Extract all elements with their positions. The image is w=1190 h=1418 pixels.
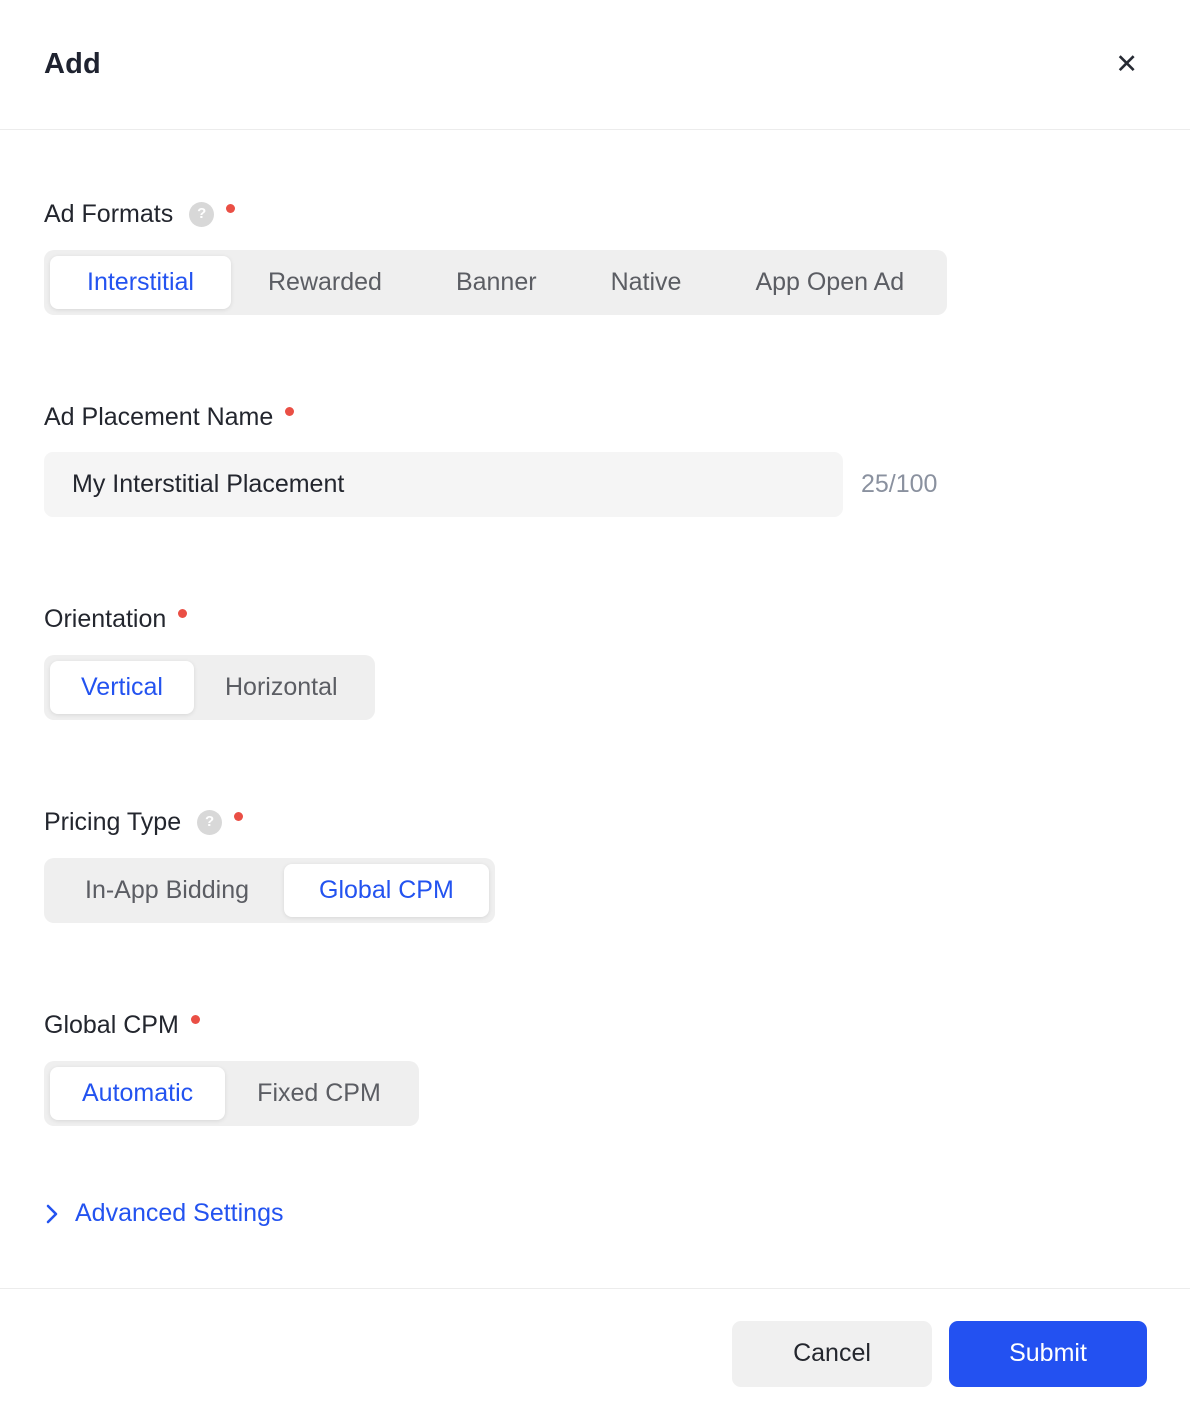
global-cpm-label: Global CPM [44, 1011, 179, 1039]
char-counter: 25/100 [861, 470, 938, 498]
ad-format-option-banner[interactable]: Banner [419, 256, 574, 309]
orientation-option-horizontal[interactable]: Horizontal [194, 661, 369, 714]
required-dot [190, 1014, 200, 1024]
required-dot [234, 811, 244, 821]
orientation-label-row: Orientation [44, 604, 1146, 634]
ad-formats-segmented: Interstitial Rewarded Banner Native App … [44, 250, 948, 315]
ad-formats-label: Ad Formats [44, 200, 174, 228]
ad-placement-name-label: Ad Placement Name [44, 403, 274, 431]
required-dot [285, 406, 295, 416]
orientation-option-vertical[interactable]: Vertical [50, 661, 194, 714]
pricing-type-segmented: In-App Bidding Global CPM [44, 858, 495, 923]
global-cpm-option-fixed-cpm[interactable]: Fixed CPM [225, 1067, 413, 1120]
advanced-settings-label: Advanced Settings [75, 1199, 284, 1227]
modal-footer: Cancel Submit [0, 1288, 1190, 1418]
global-cpm-segmented: Automatic Fixed CPM [44, 1061, 419, 1126]
modal-body: Ad Formats ? Interstitial Rewarded Banne… [0, 199, 1190, 1232]
ad-format-option-rewarded[interactable]: Rewarded [231, 256, 419, 309]
help-icon[interactable]: ? [189, 201, 215, 227]
modal-header: Add ✕ [0, 0, 1190, 130]
ad-placement-name-row: 25/100 [44, 452, 1146, 517]
pricing-option-global-cpm[interactable]: Global CPM [284, 864, 489, 917]
ad-format-option-native[interactable]: Native [574, 256, 719, 309]
submit-button[interactable]: Submit [949, 1320, 1147, 1387]
required-dot [178, 608, 188, 618]
chevron-right-icon [44, 1201, 60, 1227]
advanced-settings-link[interactable]: Advanced Settings [44, 1199, 283, 1228]
cancel-button[interactable]: Cancel [732, 1320, 932, 1387]
pricing-type-label: Pricing Type [44, 808, 182, 836]
ad-format-option-app-open-ad[interactable]: App Open Ad [718, 256, 941, 309]
ad-formats-label-row: Ad Formats ? [44, 199, 1146, 229]
orientation-segmented: Vertical Horizontal [44, 655, 375, 720]
global-cpm-option-automatic[interactable]: Automatic [50, 1067, 226, 1120]
help-icon[interactable]: ? [197, 809, 223, 835]
close-icon[interactable]: ✕ [1111, 47, 1142, 82]
modal-title: Add [44, 48, 101, 80]
ad-placement-name-input[interactable] [44, 452, 843, 517]
pricing-type-label-row: Pricing Type ? [44, 807, 1146, 837]
ad-format-option-interstitial[interactable]: Interstitial [50, 256, 231, 309]
pricing-option-in-app-bidding[interactable]: In-App Bidding [50, 864, 284, 917]
orientation-label: Orientation [44, 605, 167, 633]
required-dot [226, 203, 236, 213]
global-cpm-label-row: Global CPM [44, 1010, 1146, 1040]
ad-placement-name-label-row: Ad Placement Name [44, 402, 1146, 432]
